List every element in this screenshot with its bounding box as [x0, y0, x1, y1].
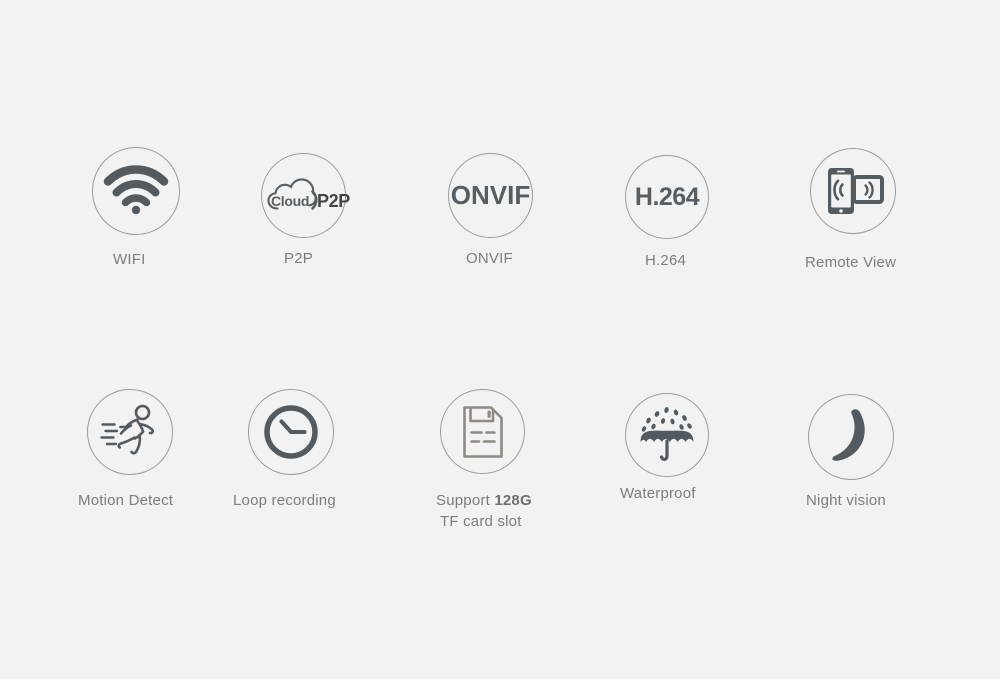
feature-label-p2p: P2P [284, 250, 313, 267]
badge-circle-loop-recording [248, 389, 334, 475]
badge-circle-onvif: ONVIF [448, 153, 533, 238]
badge-circle-p2p: Cloud P2P [261, 153, 350, 238]
tf-card-label-prefix: Support [436, 492, 495, 509]
feature-label-waterproof: Waterproof [620, 485, 696, 502]
feature-label-onvif: ONVIF [466, 250, 513, 267]
badge-circle-remote-view [810, 148, 896, 234]
umbrella-rain-icon [636, 404, 698, 466]
badge-circle-motion-detect [87, 389, 173, 475]
badge-circle-night-vision [808, 394, 894, 480]
feature-board: WIFI Cloud P2P P2P ONVIF ONVIF H.264 H.2… [0, 0, 1000, 679]
clock-icon [262, 403, 320, 461]
feature-label-loop-recording: Loop recording [233, 492, 336, 509]
phone-tablet-signal-icon [822, 166, 884, 216]
feature-label-wifi: WIFI [113, 251, 146, 268]
feature-label-tf-card: Support 128G [436, 490, 532, 512]
svg-text:P2P: P2P [317, 191, 350, 211]
badge-circle-h264: H.264 [625, 155, 709, 239]
badge-circle-wifi [92, 147, 180, 235]
wifi-icon [103, 165, 169, 215]
feature-label-h264: H.264 [645, 252, 687, 269]
cloud-p2p-icon: Cloud P2P [266, 177, 350, 215]
badge-circle-tf-card [440, 389, 525, 474]
badge-circle-waterproof [625, 393, 709, 477]
running-person-icon [100, 404, 160, 460]
feature-label-motion-detect: Motion Detect [78, 492, 174, 509]
feature-label-tf-card-line2: TF card slot [440, 513, 522, 530]
onvif-icon: ONVIF [450, 180, 531, 210]
feature-label-remote-view: Remote View [805, 254, 897, 271]
tf-card-capacity: 128G [494, 492, 532, 509]
h264-icon: H.264 [634, 182, 700, 211]
memory-card-icon [461, 404, 505, 460]
feature-label-night-vision: Night vision [806, 492, 886, 509]
crescent-moon-icon [825, 409, 877, 465]
svg-text:Cloud: Cloud [271, 193, 309, 209]
